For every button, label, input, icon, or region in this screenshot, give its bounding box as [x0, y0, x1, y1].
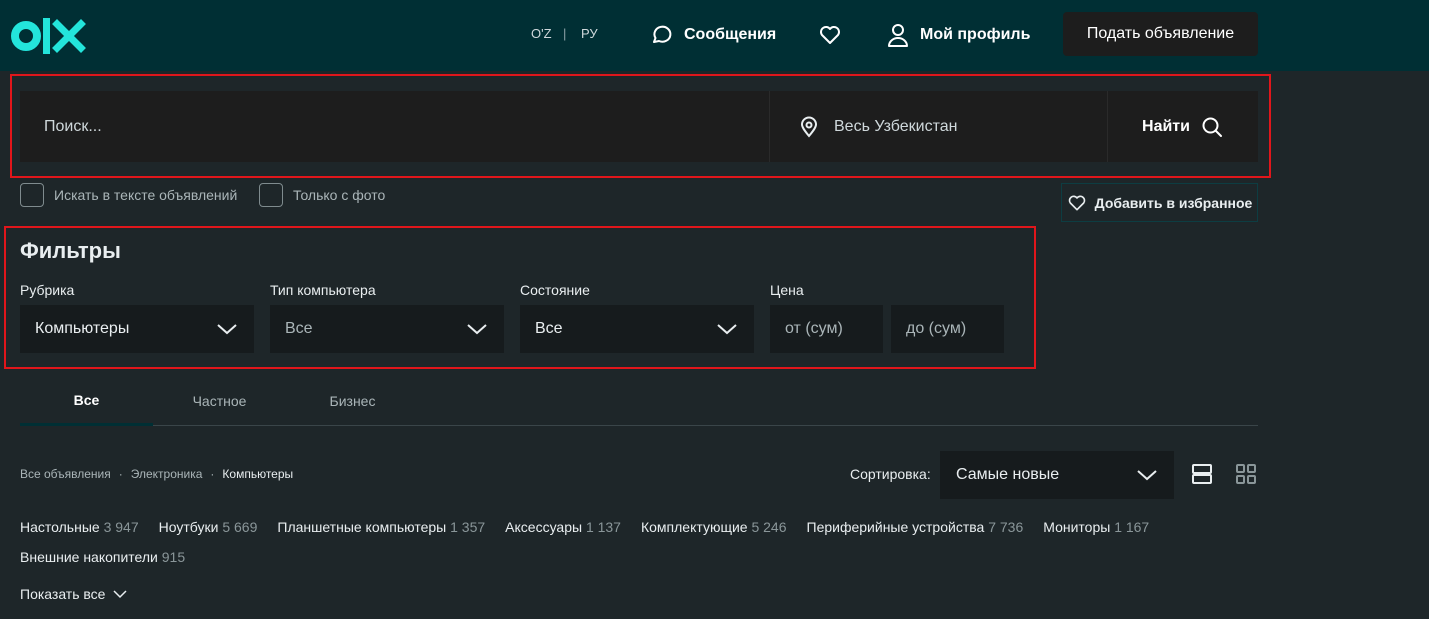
checkbox-box[interactable] — [20, 183, 44, 207]
user-icon — [888, 24, 908, 47]
lang-separator: | — [563, 26, 567, 41]
breadcrumb-electronics[interactable]: Электроника — [131, 467, 203, 481]
breadcrumb-separator: · — [210, 467, 215, 481]
only-photo-checkbox[interactable]: Только с фото — [259, 183, 385, 207]
search-in-text-label: Искать в тексте объявлений — [54, 187, 238, 203]
breadcrumb-all-ads[interactable]: Все объявления — [20, 467, 111, 481]
chevron-down-icon — [113, 590, 128, 599]
search-in-text-checkbox[interactable]: Искать в тексте объявлений — [20, 183, 237, 207]
subcategory-link[interactable]: Мониторы 1 167 — [1043, 519, 1149, 535]
subcategory-list: Настольные 3 947 Ноутбуки 5 669 Планшетн… — [20, 519, 1220, 565]
profile-label: Мой профиль — [920, 26, 1031, 43]
checkbox-box[interactable] — [259, 183, 283, 207]
tab-all[interactable]: Все — [20, 376, 153, 426]
subcategory-link[interactable]: Планшетные компьютеры 1 357 — [277, 519, 485, 535]
only-photo-label: Только с фото — [293, 187, 386, 203]
heart-icon — [820, 26, 840, 44]
chevron-down-icon — [1137, 470, 1157, 481]
subcategory-link[interactable]: Настольные 3 947 — [20, 519, 139, 535]
show-all-link[interactable]: Показать все — [20, 586, 128, 602]
sort-value: Самые новые — [956, 466, 1060, 483]
messages-link[interactable]: Сообщения — [650, 20, 776, 50]
chat-bubble-icon — [653, 25, 672, 43]
breadcrumb: Все объявления · Электроника · Компьютер… — [20, 467, 293, 481]
subcategory-link[interactable]: Комплектующие 5 246 — [641, 519, 787, 535]
breadcrumb-computers: Компьютеры — [222, 467, 294, 481]
post-ad-button[interactable]: Подать объявление — [1063, 12, 1258, 56]
show-all-label: Показать все — [20, 586, 106, 602]
tab-private[interactable]: Частное — [153, 376, 286, 426]
lang-uz-link[interactable]: O'Z — [531, 26, 552, 41]
grid-view-icon[interactable] — [1234, 462, 1258, 486]
highlight-search-region — [10, 74, 1271, 178]
subcategory-link[interactable]: Аксессуары 1 137 — [505, 519, 621, 535]
add-to-favorites-label: Добавить в избранное — [1094, 194, 1253, 211]
olx-logo[interactable] — [11, 16, 86, 56]
add-to-favorites-button[interactable]: Добавить в избранное — [1061, 183, 1258, 222]
top-navbar: O'Z | РУ Сообщения Мой профиль Подать об… — [0, 0, 1429, 71]
breadcrumb-separator: · — [118, 467, 123, 481]
messages-label: Сообщения — [684, 26, 777, 43]
list-view-icon[interactable] — [1190, 462, 1214, 486]
subcategory-link[interactable]: Периферийные устройства 7 736 — [807, 519, 1024, 535]
favorites-link[interactable] — [818, 20, 842, 50]
sort-select[interactable]: Самые новые — [940, 451, 1174, 499]
sort-label: Сортировка: — [850, 466, 931, 482]
highlight-filters-region — [4, 226, 1036, 369]
profile-link[interactable]: Мой профиль — [886, 20, 1030, 50]
heart-icon — [1068, 195, 1085, 210]
tab-business[interactable]: Бизнес — [286, 376, 419, 426]
lang-ru-link[interactable]: РУ — [581, 26, 598, 41]
subcategory-link[interactable]: Внешние накопители 915 — [20, 549, 185, 565]
seller-type-tabs: Все Частное Бизнес — [20, 376, 1258, 426]
subcategory-link[interactable]: Ноутбуки 5 669 — [159, 519, 258, 535]
